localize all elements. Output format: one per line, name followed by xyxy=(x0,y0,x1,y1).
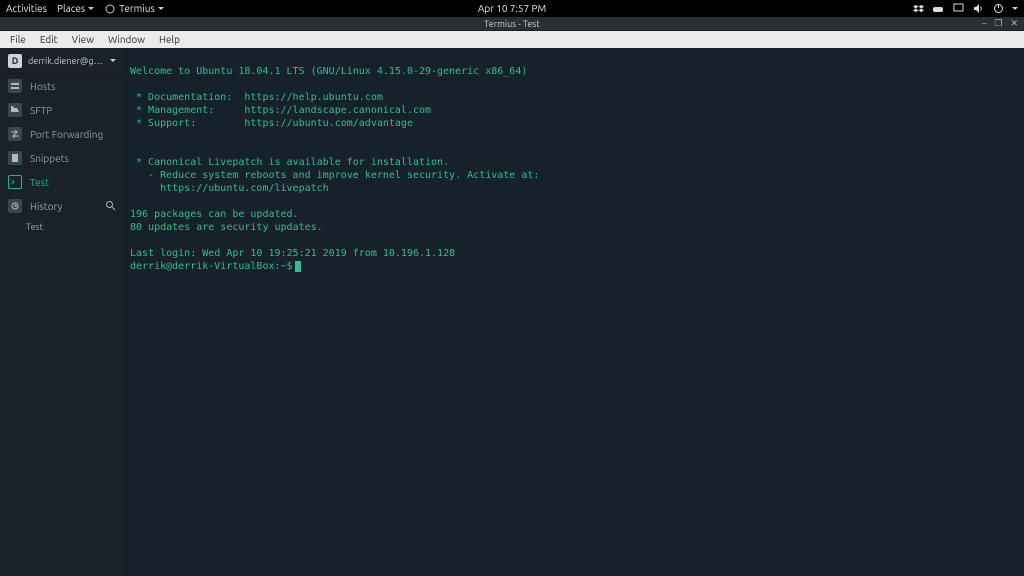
window-maximize-button[interactable]: ❐ xyxy=(994,18,1002,29)
menu-window[interactable]: Window xyxy=(102,33,151,46)
window-close-button[interactable]: ✕ xyxy=(1010,18,1018,29)
sidebar-item-label: Snippets xyxy=(30,153,69,164)
menu-edit[interactable]: Edit xyxy=(34,33,64,46)
sidebar-item-label: Hosts xyxy=(30,81,55,92)
terminal-cursor xyxy=(295,261,301,272)
menu-file[interactable]: File xyxy=(4,33,32,46)
history-item-test[interactable]: Test xyxy=(0,218,124,236)
caret-down-icon xyxy=(88,7,94,10)
termius-app-icon xyxy=(104,3,116,15)
caret-down-icon xyxy=(110,59,116,62)
window-minimize-button[interactable]: – xyxy=(982,18,986,29)
volume-tray-icon[interactable] xyxy=(972,3,984,15)
dropbox-tray-icon[interactable] xyxy=(912,3,924,15)
account-switcher[interactable]: D derrik.diener@gmail.com xyxy=(0,48,124,74)
sidebar-item-label: SFTP xyxy=(30,105,52,116)
snippets-icon xyxy=(8,151,22,165)
term-prompt: derrik@derrik-VirtualBox:~$ xyxy=(130,261,293,272)
places-menu[interactable]: Places xyxy=(57,3,94,15)
account-email: derrik.diener@gmail.com xyxy=(28,56,104,66)
term-line: - Reduce system reboots and improve kern… xyxy=(130,170,539,181)
terminal-pane[interactable]: Welcome to Ubuntu 18.04.1 LTS (GNU/Linux… xyxy=(124,48,1024,576)
term-line: 196 packages can be updated. xyxy=(130,209,299,220)
sidebar-item-label: Port Forwarding xyxy=(30,129,103,140)
clock[interactable]: Apr 10 7:57 PM xyxy=(478,3,546,14)
window-titlebar: Termius - Test – ❐ ✕ xyxy=(0,17,1024,31)
sidebar-item-snippets[interactable]: Snippets xyxy=(0,146,124,170)
system-menu-caret-icon[interactable] xyxy=(1012,7,1018,10)
sidebar-item-label: Test xyxy=(30,177,49,188)
app-body: D derrik.diener@gmail.com Hosts SFTP xyxy=(0,48,1024,576)
term-line: * Support: https://ubuntu.com/advantage xyxy=(130,118,413,129)
sidebar-item-hosts[interactable]: Hosts xyxy=(0,74,124,98)
caret-down-icon xyxy=(158,7,164,10)
port-forwarding-icon xyxy=(8,127,22,141)
appmenu[interactable]: Termius xyxy=(104,3,164,15)
app-menubar: File Edit View Window Help xyxy=(0,31,1024,48)
term-line: * Canonical Livepatch is available for i… xyxy=(130,157,449,168)
term-line: Welcome to Ubuntu 18.04.1 LTS (GNU/Linux… xyxy=(130,66,527,77)
term-line: Last login: Wed Apr 10 19:25:21 2019 fro… xyxy=(130,248,455,259)
menu-help[interactable]: Help xyxy=(153,33,186,46)
term-line: * Management: https://landscape.canonica… xyxy=(130,105,431,116)
power-tray-icon[interactable] xyxy=(992,3,1004,15)
appmenu-label: Termius xyxy=(119,3,155,14)
sidebar-item-history[interactable]: History xyxy=(0,194,124,218)
terminal-icon xyxy=(8,175,22,189)
sidebar-item-test[interactable]: Test xyxy=(0,170,124,194)
sftp-icon xyxy=(8,103,22,117)
controller-tray-icon[interactable] xyxy=(932,3,944,15)
sidebar-item-sftp[interactable]: SFTP xyxy=(0,98,124,122)
term-line: https://ubuntu.com/livepatch xyxy=(130,183,329,194)
screen-tray-icon[interactable] xyxy=(952,3,964,15)
menu-view[interactable]: View xyxy=(66,33,100,46)
sidebar-item-label: History xyxy=(30,201,62,212)
places-label: Places xyxy=(57,3,85,14)
term-line: * Documentation: https://help.ubuntu.com xyxy=(130,92,383,103)
activities-button[interactable]: Activities xyxy=(6,3,47,15)
term-line: 80 updates are security updates. xyxy=(130,222,323,233)
sidebar-nav: Hosts SFTP Port Forwarding Snippets xyxy=(0,74,124,236)
hosts-icon xyxy=(8,79,22,93)
window-title: Termius - Test xyxy=(484,19,540,29)
sidebar: D derrik.diener@gmail.com Hosts SFTP xyxy=(0,48,124,576)
sidebar-item-port-forwarding[interactable]: Port Forwarding xyxy=(0,122,124,146)
search-icon[interactable] xyxy=(105,200,116,213)
gnome-topbar: Activities Places Termius Apr 10 7:57 PM xyxy=(0,0,1024,17)
history-icon xyxy=(8,199,22,213)
avatar: D xyxy=(8,54,22,68)
